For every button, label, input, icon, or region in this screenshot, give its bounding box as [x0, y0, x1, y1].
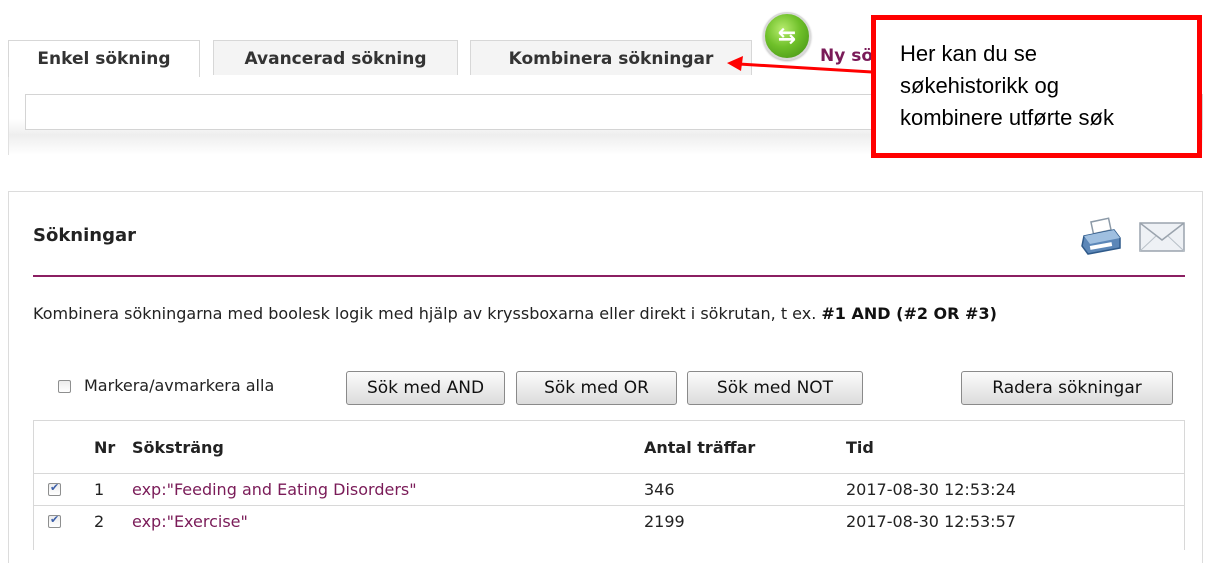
printer-icon[interactable] [1080, 216, 1124, 256]
header-nr: Nr [94, 437, 116, 457]
search-not-button[interactable]: Sök med NOT [687, 371, 863, 405]
table-row: 1 exp:"Feeding and Eating Disorders" 346… [34, 473, 1184, 505]
callout-line-3: kombinere utførte søk [900, 105, 1114, 130]
row-search-string-link[interactable]: exp:"Exercise" [132, 506, 248, 537]
header-time: Tid [846, 437, 874, 457]
header-hits: Antal träffar [644, 437, 756, 457]
row-nr: 2 [94, 512, 105, 531]
annotation-callout: Her kan du se søkehistorikk og kombinere… [871, 15, 1202, 158]
row-hits: 346 [644, 480, 675, 499]
row-time: 2017-08-30 12:53:57 [846, 512, 1016, 531]
select-all-checkbox[interactable] [58, 380, 71, 393]
row-hits: 2199 [644, 512, 685, 531]
instructions-body: Kombinera sökningarna med boolesk logik … [33, 304, 822, 323]
search-and-button[interactable]: Sök med AND [346, 371, 505, 405]
mail-icon[interactable] [1139, 222, 1185, 252]
panel-title: Sökningar [33, 225, 137, 246]
arrow-icon [727, 56, 873, 74]
instructions-example: #1 AND (#2 OR #3) [821, 304, 997, 323]
row-checkbox-cell [48, 474, 61, 505]
tab-kombinera-sokningar[interactable]: Kombinera sökningar [470, 40, 752, 76]
callout-line-1: Her kan du se [900, 41, 1037, 66]
search-history-table: Nr Söksträng Antal träffar Tid 1 exp:"Fe… [33, 420, 1185, 550]
instructions-text: Kombinera sökningarna med boolesk logik … [33, 301, 1173, 326]
select-all-label: Markera/avmarkera alla [84, 376, 275, 395]
table-header: Nr Söksträng Antal träffar Tid [34, 421, 1184, 473]
table-row: 2 exp:"Exercise" 2199 2017-08-30 12:53:5… [34, 505, 1184, 537]
row-nr: 1 [94, 480, 105, 499]
row-checkbox[interactable] [48, 513, 61, 528]
row-search-string-link[interactable]: exp:"Feeding and Eating Disorders" [132, 474, 417, 505]
search-or-button[interactable]: Sök med OR [516, 371, 677, 405]
row-time: 2017-08-30 12:53:24 [846, 480, 1016, 499]
delete-searches-button[interactable]: Radera sökningar [961, 371, 1173, 405]
row-checkbox-cell [48, 506, 61, 537]
combine-controls: Markera/avmarkera alla Sök med AND Sök m… [33, 371, 1185, 405]
tab-enkel-sokning[interactable]: Enkel sökning [8, 40, 200, 77]
callout-line-2: søkehistorikk og [900, 73, 1059, 98]
tab-avancerad-sokning[interactable]: Avancerad sökning [213, 40, 458, 76]
search-history-panel: Sökningar Kombinera sökningarna med bool… [8, 191, 1203, 563]
header-search-string: Söksträng [132, 437, 224, 457]
row-checkbox[interactable] [48, 481, 61, 496]
panel-divider [33, 275, 1185, 277]
